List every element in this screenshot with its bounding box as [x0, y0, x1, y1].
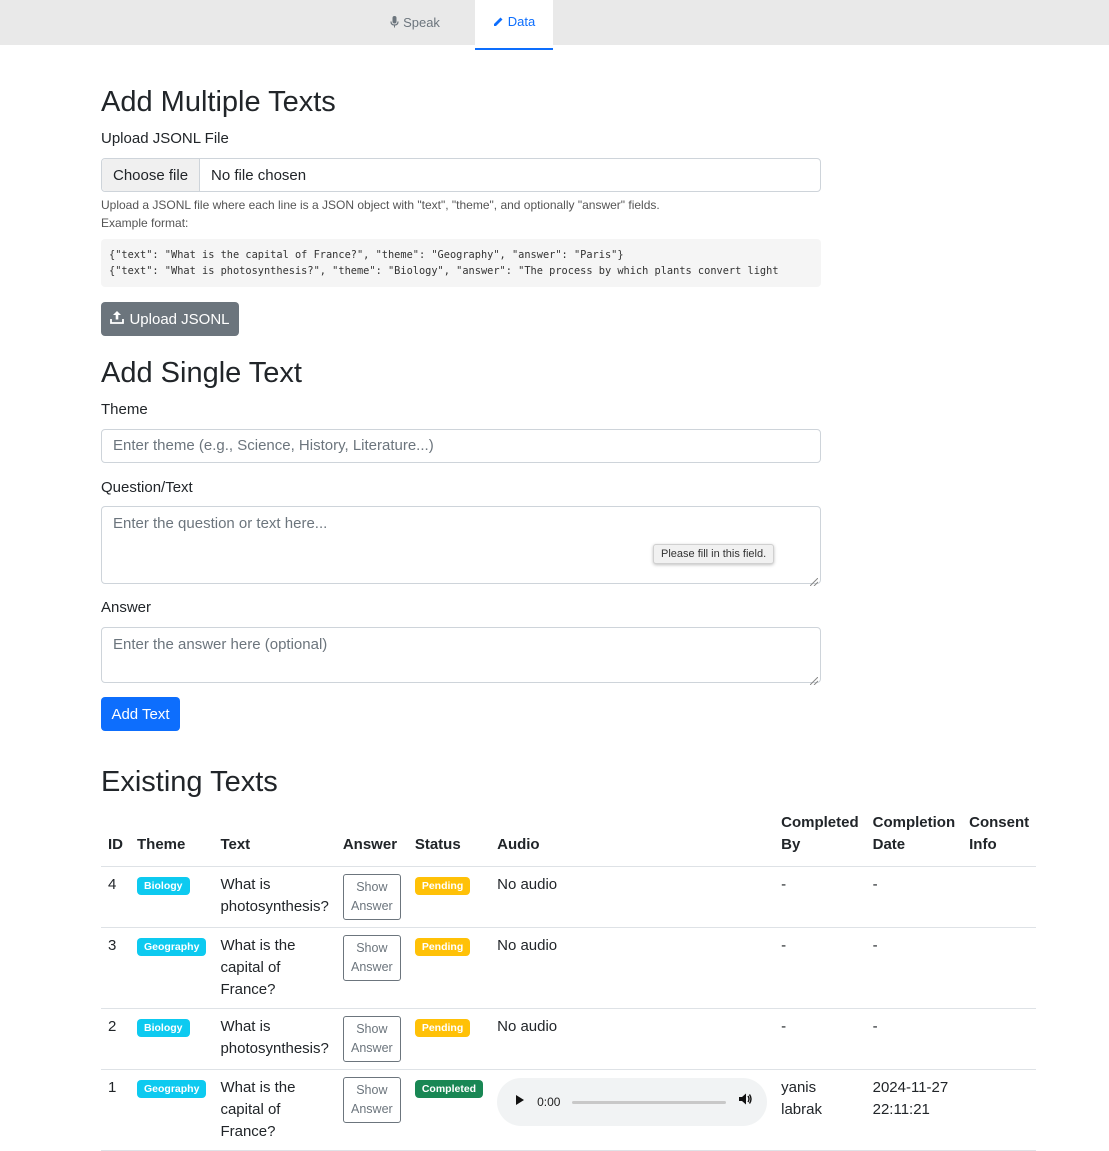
- tab-data[interactable]: Data: [475, 0, 553, 50]
- show-answer-button[interactable]: Show Answer: [342, 1016, 401, 1062]
- theme-badge: Geography: [137, 938, 207, 956]
- header-text: Text: [213, 806, 336, 867]
- answer-placeholder: Enter the answer here (optional): [113, 636, 328, 653]
- file-input[interactable]: Choose file No file chosen: [101, 158, 821, 192]
- header-status: Status: [407, 806, 491, 867]
- example-line: {"text": "What is photosynthesis?", "the…: [109, 265, 779, 277]
- status-badge: Pending: [414, 938, 471, 956]
- texts-table: ID Theme Text Answer Status Audio Comple…: [101, 806, 1037, 1151]
- tab-speak-label: Speak: [403, 14, 440, 30]
- cell-consent: [962, 1069, 1037, 1151]
- choose-file-button[interactable]: Choose file: [102, 159, 201, 191]
- header-consent-info: Consent Info: [962, 806, 1037, 867]
- microphone-icon: [390, 16, 399, 28]
- answer-label: Answer: [101, 599, 152, 616]
- pencil-icon: [493, 16, 504, 27]
- question-textarea[interactable]: Enter the question or text here... Pleas…: [101, 506, 821, 587]
- example-line: {"text": "What is the capital of France?…: [109, 249, 624, 261]
- cell-completion-date: 2024-11-27 22:11:21: [865, 1069, 963, 1151]
- cell-completed-by: -: [774, 866, 866, 928]
- tab-data-label: Data: [507, 13, 536, 29]
- existing-texts-title: Existing Texts: [101, 766, 278, 798]
- table-row: 1 Geography What is the capital of Franc…: [101, 1069, 1037, 1151]
- cell-id: 2: [101, 1008, 130, 1070]
- add-single-title: Add Single Text: [101, 357, 302, 389]
- upload-help-line: Upload a JSONL file where each line is a…: [101, 198, 660, 212]
- header-id: ID: [101, 806, 130, 867]
- header-audio: Audio: [490, 806, 775, 867]
- cell-completed-by: yanis labrak: [774, 1069, 866, 1151]
- table-row: 3 Geography What is the capital of Franc…: [101, 927, 1037, 1009]
- header-answer: Answer: [335, 806, 408, 867]
- example-code-block: {"text": "What is the capital of France?…: [101, 239, 821, 287]
- header-completion-date: Completion Date: [865, 806, 963, 867]
- cell-text: What is the capital of France?: [213, 1069, 336, 1151]
- cell-id: 4: [101, 866, 130, 928]
- audio-time: 0:00: [537, 1095, 561, 1109]
- upload-jsonl-button[interactable]: Upload JSONL: [101, 302, 239, 336]
- theme-label: Theme: [101, 401, 148, 418]
- cell-consent: [962, 866, 1037, 928]
- resize-handle-icon[interactable]: [809, 672, 819, 686]
- volume-icon[interactable]: [738, 1091, 753, 1113]
- cell-id: 3: [101, 927, 130, 1009]
- show-answer-button[interactable]: Show Answer: [342, 935, 401, 981]
- answer-textarea[interactable]: Enter the answer here (optional): [101, 627, 821, 686]
- top-navbar: Speak Data: [0, 0, 1109, 50]
- upload-jsonl-label: Upload JSONL: [129, 310, 230, 328]
- theme-input[interactable]: Enter theme (e.g., Science, History, Lit…: [101, 429, 821, 463]
- cell-id: 1: [101, 1069, 130, 1151]
- cell-audio: No audio: [490, 927, 775, 1009]
- tab-speak[interactable]: Speak: [380, 0, 450, 50]
- question-label: Question/Text: [101, 479, 193, 496]
- table-row: 4 Biology What is photosynthesis? Show A…: [101, 866, 1037, 928]
- cell-consent: [962, 1008, 1037, 1070]
- header-completed-by: Completed By: [774, 806, 866, 867]
- header-theme: Theme: [130, 806, 214, 867]
- status-badge: Pending: [414, 877, 471, 895]
- theme-badge: Geography: [137, 1080, 207, 1098]
- resize-handle-icon[interactable]: [809, 573, 819, 587]
- question-placeholder: Enter the question or text here...: [113, 515, 328, 532]
- theme-badge: Biology: [137, 1019, 190, 1037]
- show-answer-button[interactable]: Show Answer: [342, 874, 401, 920]
- cell-completion-date: -: [865, 866, 963, 928]
- cell-text: What is photosynthesis?: [213, 1008, 336, 1070]
- audio-progress-track[interactable]: [572, 1100, 727, 1104]
- cell-completion-date: -: [865, 1008, 963, 1070]
- audio-player[interactable]: 0:00: [497, 1078, 768, 1126]
- example-format-label: Example format:: [101, 216, 189, 230]
- cell-completed-by: -: [774, 1008, 866, 1070]
- table-header-row: ID Theme Text Answer Status Audio Comple…: [101, 806, 1037, 867]
- theme-badge: Biology: [137, 877, 190, 895]
- status-badge: Completed: [414, 1080, 484, 1098]
- show-answer-button[interactable]: Show Answer: [342, 1077, 401, 1123]
- table-row: 2 Biology What is photosynthesis? Show A…: [101, 1008, 1037, 1070]
- upload-help-text: Upload a JSONL file where each line is a…: [101, 196, 660, 232]
- cell-consent: [962, 927, 1037, 1009]
- add-multiple-title: Add Multiple Texts: [101, 86, 336, 118]
- cell-completion-date: -: [865, 927, 963, 1009]
- status-badge: Pending: [414, 1019, 471, 1037]
- upload-icon: [110, 310, 125, 328]
- cell-text: What is photosynthesis?: [213, 866, 336, 928]
- cell-text: What is the capital of France?: [213, 927, 336, 1009]
- add-text-button[interactable]: Add Text: [101, 697, 180, 731]
- validation-tooltip: Please fill in this field.: [653, 544, 775, 564]
- cell-completed-by: -: [774, 927, 866, 1009]
- play-icon[interactable]: [515, 1091, 525, 1113]
- cell-audio: No audio: [490, 1008, 775, 1070]
- file-status: No file chosen: [211, 166, 307, 184]
- cell-audio: No audio: [490, 866, 775, 928]
- upload-jsonl-label: Upload JSONL File: [101, 130, 229, 147]
